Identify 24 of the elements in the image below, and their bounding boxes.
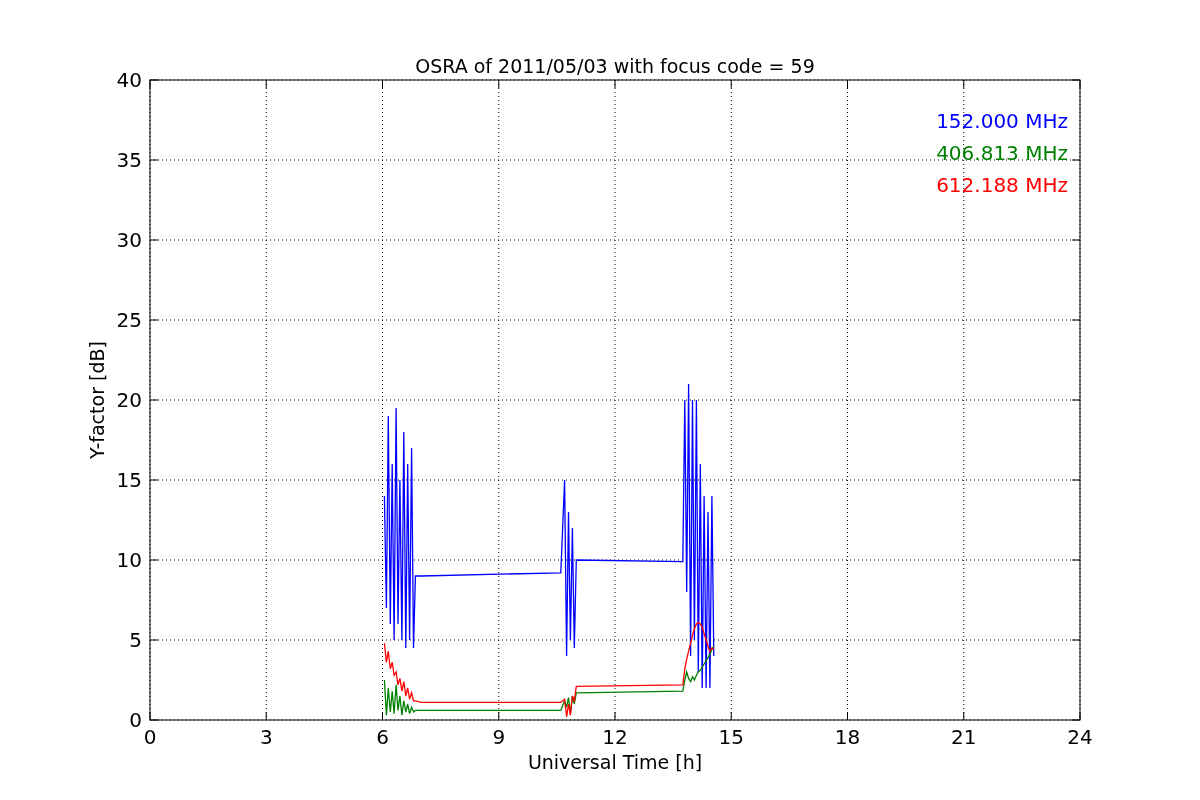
tick-label: 6	[376, 725, 389, 749]
tick-label: 18	[834, 725, 861, 749]
chart-title: OSRA of 2011/05/03 with focus code = 59	[415, 55, 815, 77]
tick-label: 9	[492, 725, 506, 749]
legend-label: 612.188 MHz	[936, 173, 1068, 197]
legend-label: 406.813 MHz	[936, 141, 1068, 165]
tick-label: 15	[718, 725, 744, 749]
x-axis-label: Universal Time [h]	[527, 751, 703, 773]
tick-label: 10	[116, 548, 142, 572]
tick-label: 12	[602, 725, 628, 749]
tick-label: 0	[143, 725, 157, 749]
y-axis-label: Y-factor [dB]	[86, 341, 108, 459]
tick-label: 35	[116, 148, 142, 172]
tick-label: 21	[951, 725, 977, 749]
tick-label: 15	[116, 468, 142, 492]
tick-label: 20	[116, 388, 142, 412]
tick-label: 3	[259, 725, 273, 749]
tick-label: 0	[129, 708, 142, 732]
legend-label: 152.000 MHz	[936, 109, 1068, 133]
tick-label: 24	[1067, 725, 1093, 749]
tick-label: 40	[116, 68, 142, 92]
tick-label: 30	[116, 228, 142, 252]
tick-label: 25	[116, 308, 142, 332]
tick-label: 5	[129, 628, 142, 652]
